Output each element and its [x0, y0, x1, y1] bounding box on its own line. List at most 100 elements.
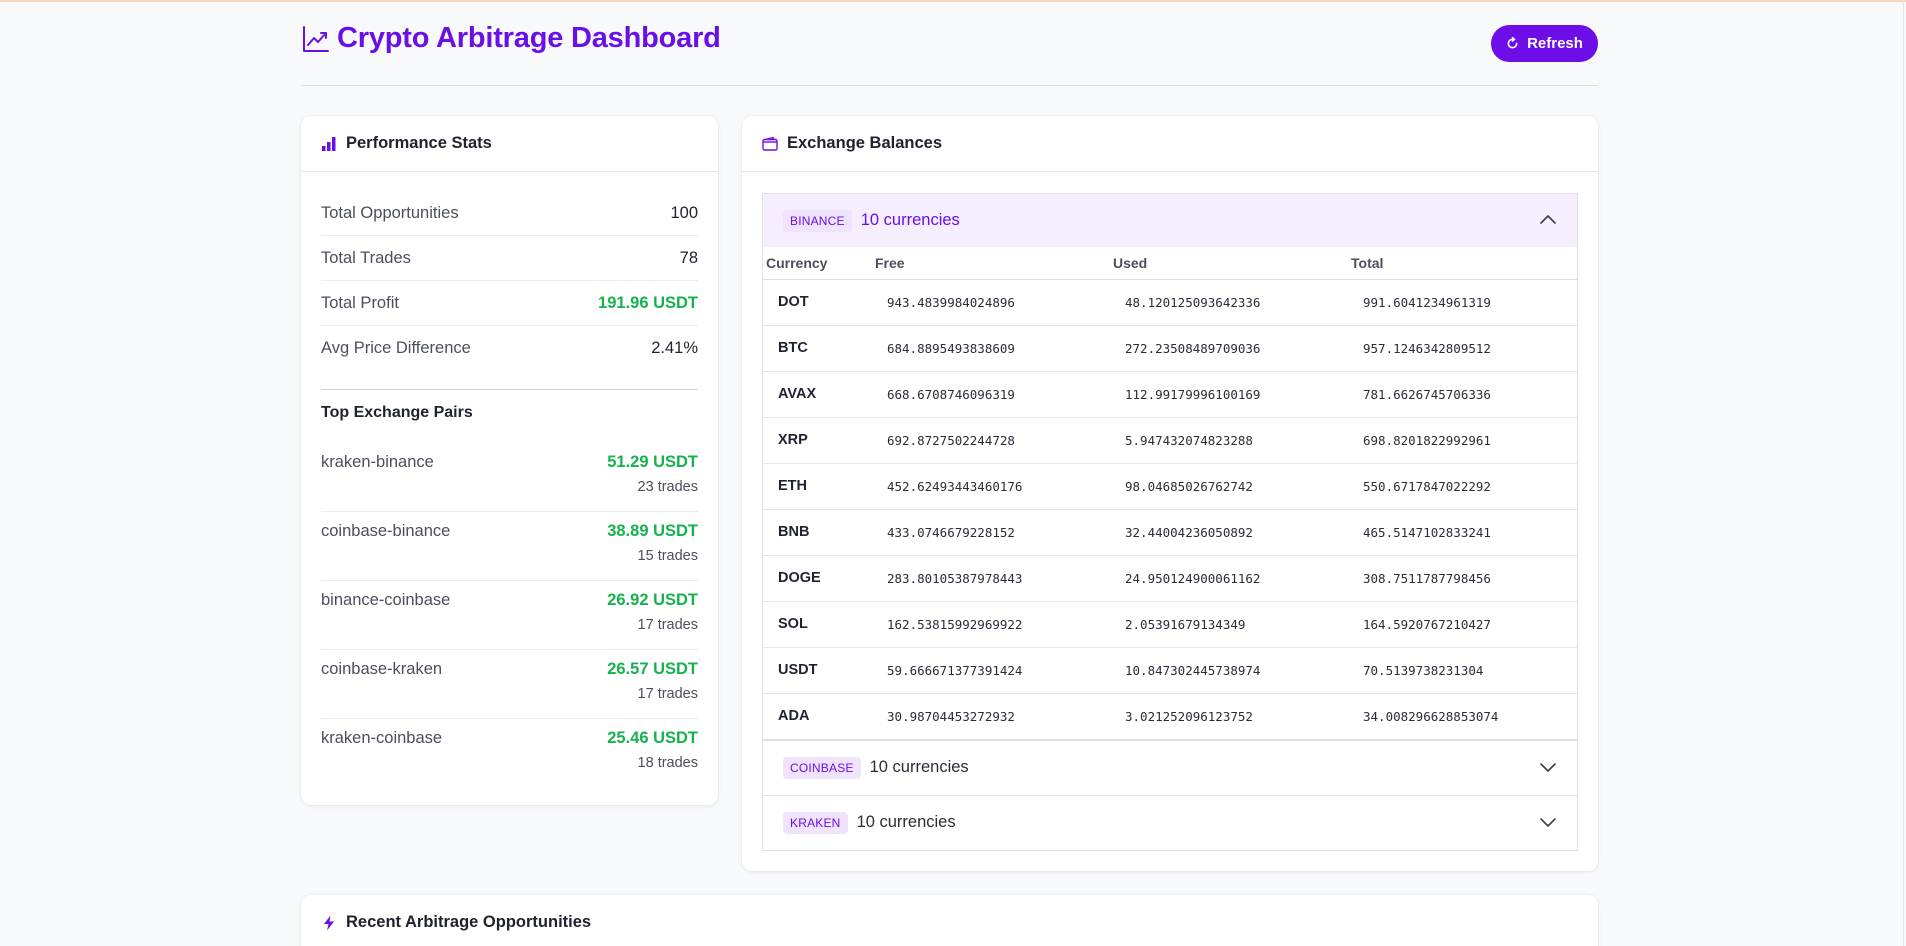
- amount-cell: 465.5147102833241: [1339, 509, 1577, 556]
- amount-cell: 433.0746679228152: [863, 509, 1101, 556]
- exchange-badge: KRAKEN: [783, 811, 848, 834]
- pair-profit: 51.29 USDT: [607, 453, 698, 471]
- accordion-header-coinbase[interactable]: COINBASE 10 currencies: [763, 739, 1577, 795]
- amount-cell: 3.021252096123752: [1125, 708, 1253, 724]
- amount-cell: 684.8895493838609: [863, 325, 1101, 372]
- pair-profit: 25.46 USDT: [607, 729, 698, 747]
- currency-cell: USDT: [763, 647, 863, 694]
- table-row: ADA 30.98704453272932 3.021252096123752 34.…: [763, 693, 1577, 739]
- currency-count: 10 currencies: [860, 211, 960, 229]
- amount-cell: 550.6717847022292: [1339, 463, 1577, 510]
- performance-card-title: Performance Stats: [346, 134, 492, 152]
- amount-cell: 698.8201822992961: [1339, 417, 1577, 464]
- section-divider: [321, 389, 698, 390]
- lightning-icon: [321, 915, 337, 931]
- table-row: AVAX 668.6708746096319 112.99179996100169 7…: [763, 371, 1577, 418]
- amount-cell: 98.04685026762742: [1101, 463, 1339, 510]
- currency-cell: SOL: [763, 601, 863, 648]
- stat-value: 191.96 USDT: [598, 293, 698, 312]
- currency-cell: ETH: [763, 463, 863, 510]
- amount-cell: 70.5139738231304: [1339, 647, 1577, 694]
- table-row: XRP 692.8727502244728 5.947432074823288 698…: [763, 417, 1577, 464]
- pair-trades: 23 trades: [637, 479, 698, 495]
- recent-card-title: Recent Arbitrage Opportunities: [346, 913, 592, 931]
- scrollbar-divider: [1903, 0, 1904, 946]
- bar-chart-icon: [321, 136, 337, 152]
- column-header: Total: [1339, 247, 1577, 280]
- title-wrap: Crypto Arbitrage Dashboard: [301, 22, 721, 55]
- pair-name: coinbase-binance: [321, 522, 451, 540]
- exchange-balances-card: Exchange Balances BINANCE 10 currencies Cu…: [742, 116, 1598, 871]
- pair-name: kraken-binance: [321, 453, 434, 471]
- amount-cell: 112.99179996100169: [1101, 371, 1339, 418]
- refresh-icon: [1506, 37, 1519, 50]
- amount-cell: 10.847302445738974: [1101, 647, 1339, 694]
- amount-cell: 59.666671377391424: [863, 647, 1101, 694]
- wallet-icon: [762, 136, 778, 152]
- table-row: USDT 59.666671377391424 10.847302445738974…: [763, 647, 1577, 694]
- amount-cell: 957.1246342809512: [1339, 325, 1577, 372]
- chevron-down-icon[interactable]: [1539, 758, 1557, 776]
- pair-profit: 38.89 USDT: [607, 522, 698, 540]
- stat-value: 2.41%: [651, 339, 698, 357]
- stat-row: Avg Price Difference 2.41%: [321, 326, 698, 371]
- pair-name: kraken-coinbase: [321, 729, 443, 747]
- amount-cell: 781.6626745706336: [1339, 371, 1577, 418]
- exchange-accordion-box: BINANCE 10 currencies Currency Free Used Tota…: [762, 193, 1578, 851]
- amount-cell: 162.53815992969922: [863, 601, 1101, 648]
- amount-cell: 308.7511787798456: [1339, 555, 1577, 602]
- performance-stats-card: Performance Stats Total Opportunities 100…: [301, 116, 718, 805]
- pair-name: binance-coinbase: [321, 591, 451, 609]
- column-header: Used: [1101, 247, 1339, 280]
- stat-row: Total Profit 191.96 USDT: [321, 281, 698, 326]
- chevron-up-icon[interactable]: [1539, 211, 1557, 229]
- refresh-button[interactable]: Refresh: [1491, 25, 1598, 62]
- pair-trades: 18 trades: [637, 755, 698, 771]
- table-row: BNB 433.0746679228152 32.44004236050892 465…: [763, 509, 1577, 556]
- amount-cell: 34.008296628853074: [1363, 708, 1499, 724]
- exchange-pair-row: coinbase-kraken 26.57 USDT 17 trades: [321, 650, 698, 719]
- amount-cell: 272.23508489709036: [1101, 325, 1339, 372]
- stat-row: Total Opportunities 100: [321, 191, 698, 236]
- pair-profit: 26.92 USDT: [607, 591, 698, 609]
- trending-up-icon: [301, 24, 331, 54]
- stat-label: Avg Price Difference: [321, 339, 471, 357]
- exchange-pair-row: kraken-binance 51.29 USDT 23 trades: [321, 443, 698, 512]
- currency-cell: BTC: [763, 325, 863, 372]
- balances-card-title: Exchange Balances: [787, 134, 942, 152]
- stat-value: 78: [679, 248, 698, 267]
- table-row: DOGE 283.80105387978443 24.950124900061162…: [763, 555, 1577, 602]
- pair-trades: 17 trades: [637, 686, 698, 702]
- top-pairs-title: Top Exchange Pairs: [321, 404, 473, 421]
- table-header-row: Currency Free Used Total: [763, 247, 1577, 280]
- stat-label: Total Opportunities: [321, 203, 459, 222]
- exchange-pair-row: kraken-coinbase 25.46 USDT 18 trades: [321, 719, 698, 788]
- currency-cell: AVAX: [763, 371, 863, 418]
- table-row: BTC 684.8895493838609 272.23508489709036 95…: [763, 325, 1577, 372]
- chevron-down-icon[interactable]: [1539, 813, 1557, 831]
- pair-trades: 17 trades: [637, 617, 698, 633]
- pair-trades: 15 trades: [637, 548, 698, 564]
- accordion-header-binance[interactable]: BINANCE 10 currencies: [763, 194, 1577, 247]
- amount-cell: 30.98704453272932: [887, 708, 1015, 724]
- currency-cell: BNB: [763, 509, 863, 556]
- stat-value: 100: [670, 203, 698, 222]
- exchange-badge: COINBASE: [783, 756, 861, 779]
- pair-profit: 26.57 USDT: [607, 660, 698, 678]
- recent-opportunities-card: Recent Arbitrage Opportunities: [301, 895, 1598, 946]
- table-row: SOL 162.53815992969922 2.05391679134349 164…: [763, 601, 1577, 648]
- stat-label: Total Trades: [321, 248, 411, 267]
- currency-count: 10 currencies: [869, 758, 969, 776]
- table-row: DOT 943.4839984024896 48.120125093642336 99…: [763, 279, 1577, 326]
- performance-card-header: Performance Stats: [301, 116, 718, 172]
- accordion-header-kraken[interactable]: KRAKEN 10 currencies: [763, 794, 1577, 850]
- currency-cell: DOT: [763, 279, 863, 326]
- currency-cell: ADA: [778, 708, 810, 724]
- amount-cell: 32.44004236050892: [1101, 509, 1339, 556]
- page-header: Crypto Arbitrage Dashboard Refresh: [301, 0, 1598, 86]
- stat-row: Total Trades 78: [321, 236, 698, 281]
- amount-cell: 668.6708746096319: [863, 371, 1101, 418]
- table-row: ETH 452.62493443460176 98.04685026762742 55…: [763, 463, 1577, 510]
- exchange-pair-row: coinbase-binance 38.89 USDT 15 trades: [321, 512, 698, 581]
- currency-count: 10 currencies: [856, 813, 956, 831]
